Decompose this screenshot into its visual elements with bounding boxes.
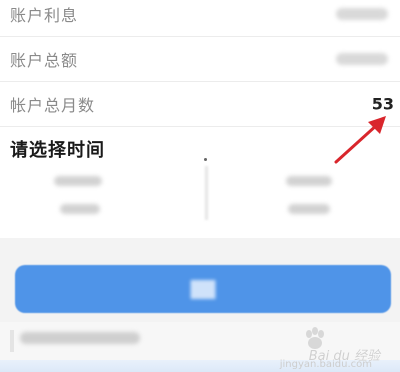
- account-interest-label: 账户利息: [10, 6, 79, 25]
- query-button[interactable]: ██: [15, 265, 391, 313]
- picker-dot: [204, 158, 207, 161]
- account-interest-row: 账户利息: [0, 0, 400, 37]
- end-date-column[interactable]: [210, 160, 400, 238]
- picker-divider: [205, 166, 208, 220]
- end-date-label-blurred: [286, 176, 332, 186]
- end-date-value-blurred: [288, 204, 330, 214]
- account-total-value-blurred: [336, 53, 388, 65]
- annotation-arrow-icon: [334, 116, 386, 164]
- bottom-panel-edge: [10, 330, 14, 352]
- account-months-value: 53: [371, 94, 394, 114]
- account-total-label: 账户总额: [10, 51, 79, 70]
- time-picker-title: 请选择时间: [10, 140, 105, 161]
- account-months-label: 帐户总月数: [10, 96, 96, 115]
- date-range-picker[interactable]: [0, 158, 400, 238]
- start-date-column[interactable]: [0, 160, 200, 238]
- bottom-panel-text-blurred: [20, 332, 140, 344]
- start-date-value-blurred: [60, 204, 100, 214]
- query-button-label-blurred: ██: [190, 279, 216, 299]
- watermark-url: jingyan.baidu.com: [279, 359, 372, 370]
- account-interest-value-blurred: [336, 8, 388, 20]
- start-date-label-blurred: [54, 176, 102, 186]
- account-total-row: 账户总额: [0, 37, 400, 82]
